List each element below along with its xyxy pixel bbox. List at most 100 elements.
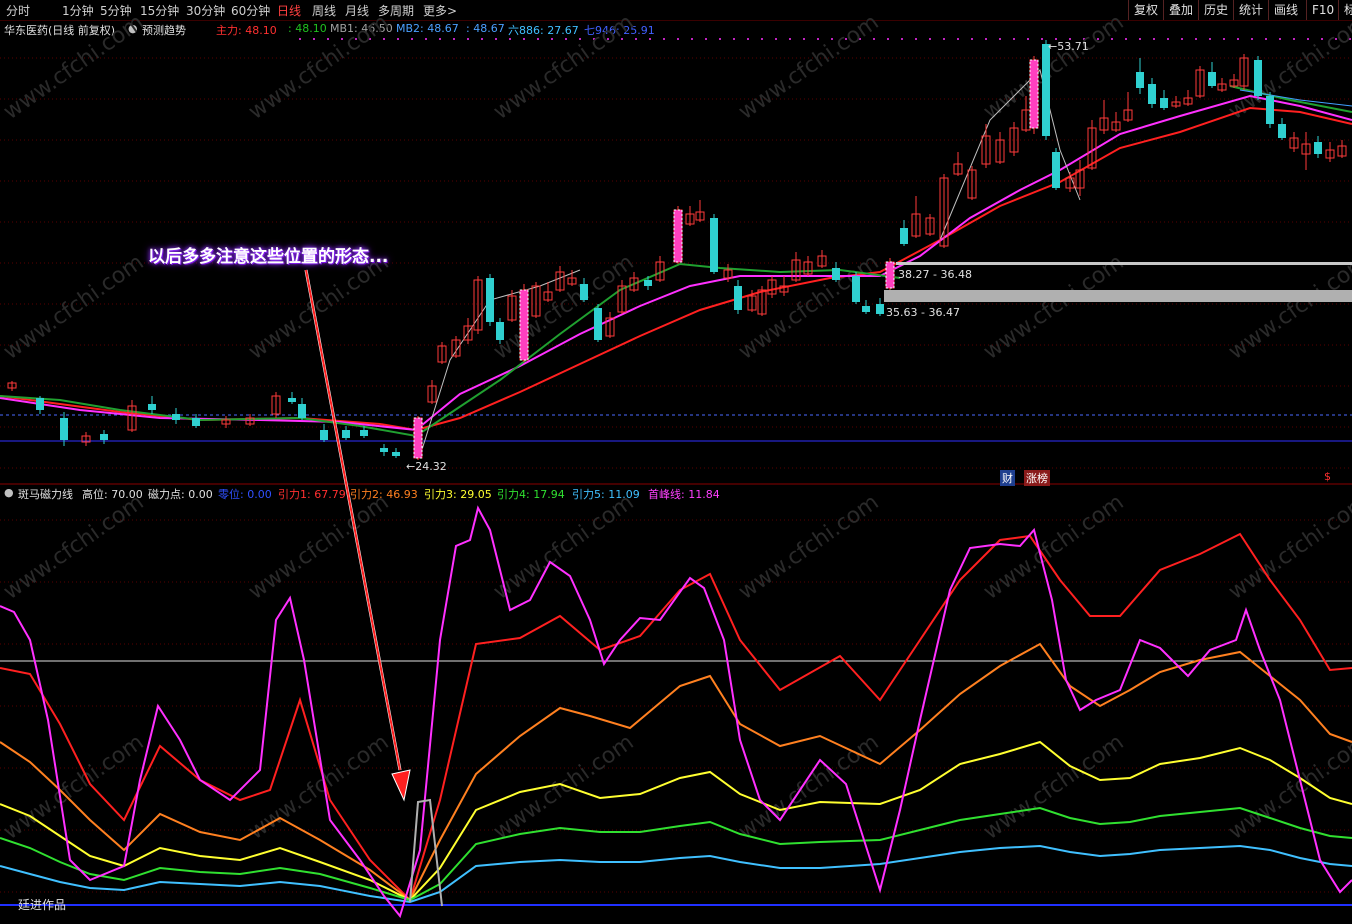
draw-button[interactable]: 画线 bbox=[1268, 0, 1304, 20]
finance-badge[interactable]: 财 bbox=[1000, 470, 1015, 486]
tab-monthly[interactable]: 月线 bbox=[345, 2, 369, 19]
candle-body bbox=[342, 430, 350, 438]
dot-marker bbox=[761, 38, 763, 40]
info-zhuli: 主力: 48.10 bbox=[216, 24, 277, 37]
shoufeng-line bbox=[0, 505, 1352, 919]
low-price-value: 24.32 bbox=[415, 460, 447, 473]
ind-gaowei: 高位: 70.00 bbox=[82, 488, 143, 501]
yinli3-line bbox=[0, 740, 1352, 902]
signal-bar bbox=[885, 261, 895, 289]
candle-body bbox=[1148, 84, 1156, 104]
dot-marker bbox=[845, 38, 847, 40]
dot-marker bbox=[803, 38, 805, 40]
fuquan-button[interactable]: 复权 bbox=[1128, 0, 1164, 20]
dot-marker bbox=[1013, 38, 1015, 40]
dot-marker bbox=[1265, 38, 1267, 40]
candle-body bbox=[723, 269, 733, 279]
candle-body bbox=[1021, 109, 1031, 131]
candle-body bbox=[629, 277, 639, 291]
candle-body bbox=[531, 285, 541, 317]
tab-daily[interactable]: 日线 bbox=[277, 2, 301, 19]
high-price-label: ←53.71 bbox=[1048, 40, 1089, 53]
candle-body bbox=[1266, 96, 1274, 124]
tab-fenshi[interactable]: 分时 bbox=[6, 2, 30, 19]
candle-body bbox=[617, 285, 627, 313]
dot-marker bbox=[1251, 38, 1253, 40]
overlay-button[interactable]: 叠加 bbox=[1163, 0, 1199, 20]
candle-body bbox=[900, 228, 908, 244]
history-button[interactable]: 历史 bbox=[1198, 0, 1234, 20]
dollar-icon[interactable]: $ bbox=[1322, 470, 1333, 483]
tab-more[interactable]: 更多> bbox=[423, 2, 457, 19]
tab-60min[interactable]: 60分钟 bbox=[231, 2, 270, 19]
dot-marker bbox=[1279, 38, 1281, 40]
yinli4-line bbox=[0, 806, 1352, 902]
tab-5min[interactable]: 5分钟 bbox=[100, 2, 132, 19]
dot-marker bbox=[593, 38, 595, 40]
candle-body bbox=[127, 405, 137, 431]
candle-body bbox=[555, 271, 565, 291]
candle-body bbox=[1278, 124, 1286, 138]
candle-body bbox=[981, 135, 991, 165]
dot-marker bbox=[397, 38, 399, 40]
indicator-name[interactable]: 斑马磁力线 bbox=[18, 486, 73, 502]
dot-marker bbox=[691, 38, 693, 40]
signal-bar bbox=[1029, 59, 1039, 129]
rise-list-badge[interactable]: 涨榜 bbox=[1024, 470, 1050, 486]
watermark-text: www.cfchi.com bbox=[734, 730, 883, 845]
ma-red bbox=[0, 106, 1352, 432]
stats-button[interactable]: 统计 bbox=[1233, 0, 1269, 20]
period-toolbar: 分时 1分钟 5分钟 15分钟 30分钟 60分钟 日线 周线 月线 多周期 更… bbox=[0, 0, 1352, 21]
candle-body bbox=[413, 417, 423, 459]
tab-weekly[interactable]: 周线 bbox=[312, 2, 336, 19]
indicator-toggle-icon[interactable]: ● bbox=[4, 486, 14, 499]
dot-marker bbox=[663, 38, 665, 40]
candle-body bbox=[7, 382, 17, 389]
dot-marker bbox=[341, 38, 343, 40]
dot-marker bbox=[1111, 38, 1113, 40]
watermark-text: www.cfchi.com bbox=[489, 730, 638, 845]
arrow-line bbox=[304, 269, 402, 771]
candle-body bbox=[172, 414, 180, 420]
tab-1min[interactable]: 1分钟 bbox=[62, 2, 94, 19]
candle-body bbox=[1217, 83, 1227, 91]
low-price-label: ←24.32 bbox=[406, 460, 447, 473]
resistance-zone-upper bbox=[896, 262, 1352, 265]
candle-body bbox=[1195, 69, 1205, 97]
dot-marker bbox=[1349, 38, 1351, 40]
candle-body bbox=[1208, 72, 1216, 86]
dot-marker bbox=[915, 38, 917, 40]
trend-toggle-icon[interactable]: ● bbox=[128, 22, 138, 35]
dot-marker bbox=[1307, 38, 1309, 40]
dot-marker bbox=[1139, 38, 1141, 40]
watermark-text: www.cfchi.com bbox=[1224, 490, 1352, 605]
watermark-text: www.cfchi.com bbox=[244, 490, 393, 605]
tab-15min[interactable]: 15分钟 bbox=[140, 2, 179, 19]
high-arrow-icon: ← bbox=[1048, 40, 1058, 53]
dot-marker bbox=[733, 38, 735, 40]
candle-body bbox=[1254, 60, 1262, 96]
mark-button[interactable]: 标 bbox=[1338, 0, 1352, 20]
stock-title[interactable]: 华东医药(日线 前复权) bbox=[4, 22, 115, 38]
dot-marker bbox=[551, 38, 553, 40]
dot-marker bbox=[831, 38, 833, 40]
candle-body bbox=[1337, 145, 1347, 157]
dot-marker bbox=[453, 38, 455, 40]
trend-label[interactable]: 预测趋势 bbox=[142, 22, 186, 38]
chart-canvas[interactable]: www.cfchi.com www.cfchi.com www.cfchi.com w… bbox=[0, 0, 1352, 924]
tab-multi-period[interactable]: 多周期 bbox=[378, 2, 414, 19]
watermark-text: www.cfchi.com bbox=[979, 490, 1128, 605]
arrow-head bbox=[391, 769, 411, 802]
trend-line bbox=[939, 69, 1081, 241]
candle-body bbox=[486, 278, 494, 322]
candle-body bbox=[360, 430, 368, 436]
indicator-lines bbox=[0, 505, 1352, 919]
ind-yinli4: 引力4: 17.94 bbox=[497, 488, 565, 501]
watermark-text: www.cfchi.com bbox=[489, 250, 638, 365]
watermark-text: www.cfchi.com bbox=[0, 490, 149, 605]
tab-30min[interactable]: 30分钟 bbox=[186, 2, 225, 19]
dot-marker bbox=[985, 38, 987, 40]
candle-body bbox=[1171, 101, 1181, 107]
f10-button[interactable]: F10 bbox=[1306, 0, 1340, 20]
candle-body bbox=[767, 279, 777, 295]
